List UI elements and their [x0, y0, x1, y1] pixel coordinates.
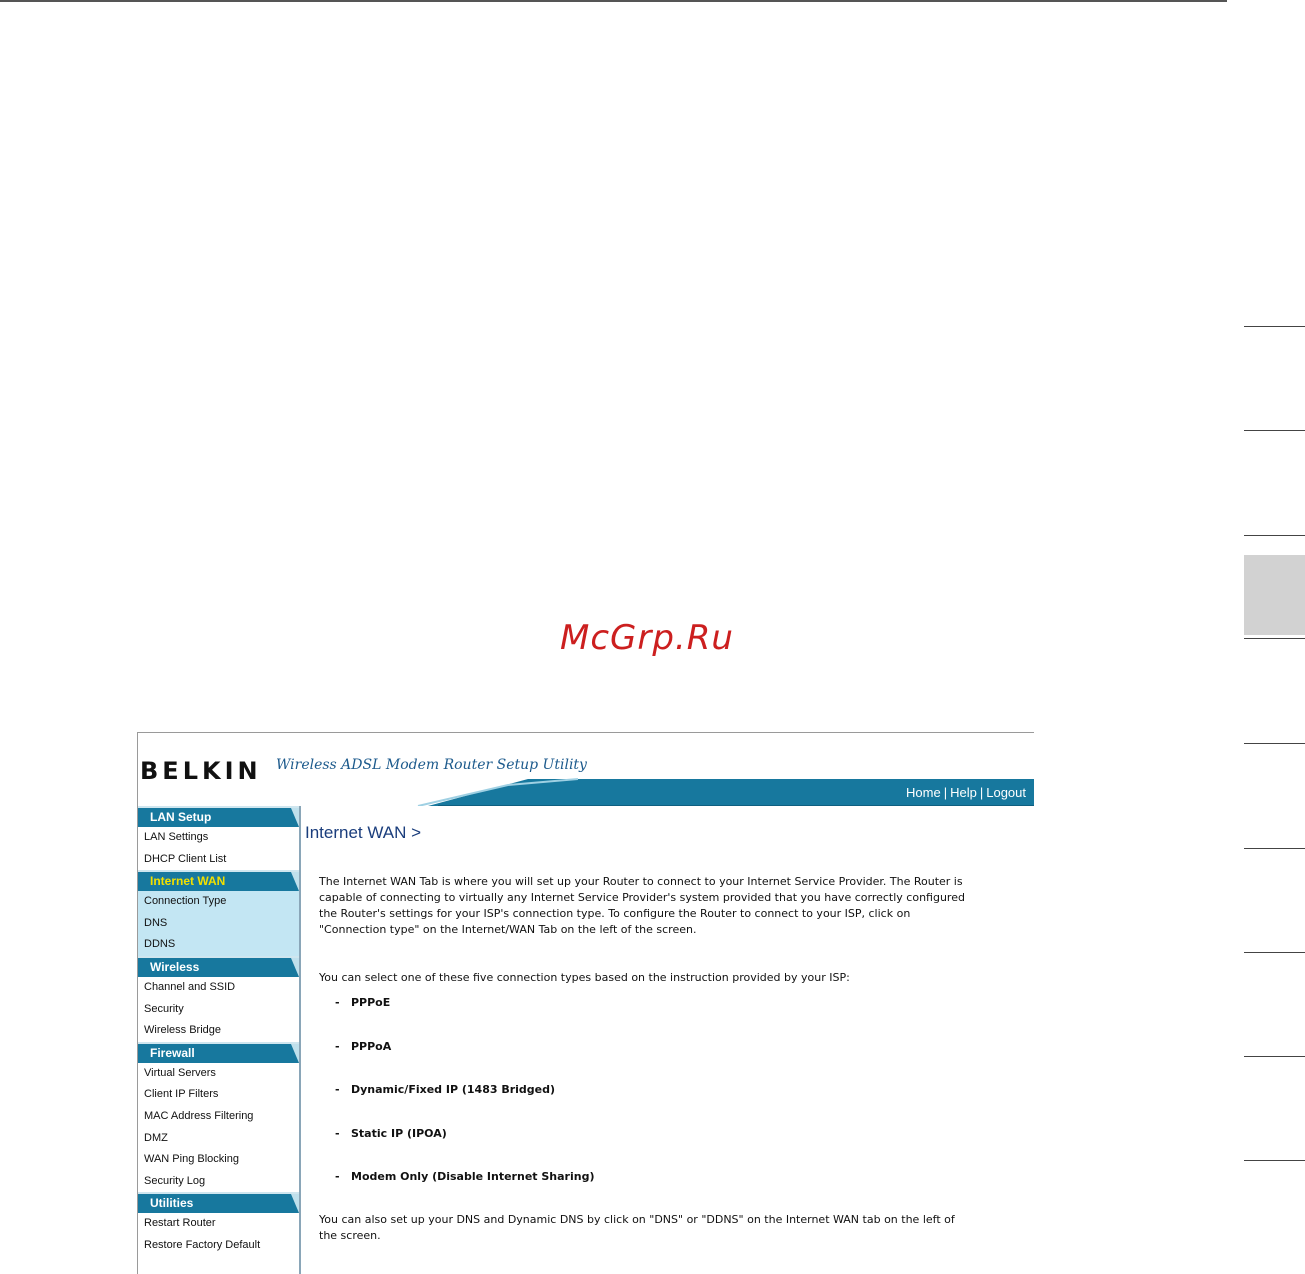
- sidebar-item-connection-type[interactable]: Connection Type: [138, 891, 299, 913]
- footer-text: You can also set up your DNS and Dynamic…: [319, 1213, 955, 1242]
- sidebar-nav: LAN Setup LAN Settings DHCP Client List …: [138, 806, 301, 1274]
- connection-type-item: - Static IP (IPOA): [335, 1127, 447, 1140]
- connection-type-item: - Modem Only (Disable Internet Sharing): [335, 1170, 594, 1183]
- intro-text: The Internet WAN Tab is where you will s…: [319, 875, 965, 936]
- utility-tagline: Wireless ADSL Modem Router Setup Utility: [276, 757, 587, 773]
- bullet: -: [335, 996, 340, 1009]
- section-tab-divider: [1244, 326, 1305, 327]
- sidebar-item-wan-ping-blocking[interactable]: WAN Ping Blocking: [138, 1149, 299, 1171]
- bullet: -: [335, 1083, 340, 1096]
- sidebar-item-ddns[interactable]: DDNS: [138, 934, 299, 956]
- connection-type-label: Dynamic/Fixed IP (1483 Bridged): [351, 1083, 556, 1096]
- sidebar-item-virtual-servers[interactable]: Virtual Servers: [138, 1063, 299, 1085]
- header: BELKIN Wireless ADSL Modem Router Setup …: [138, 733, 1034, 806]
- sidebar-item-dns[interactable]: DNS: [138, 912, 299, 935]
- section-tab-divider: [1244, 1160, 1305, 1161]
- connection-type-label: Static IP (IPOA): [351, 1127, 447, 1140]
- sidebar-item-restore-factory-default[interactable]: Restore Factory Default: [138, 1235, 299, 1257]
- page-title: Internet WAN >: [305, 823, 422, 842]
- sidebar-section-utilities[interactable]: Utilities: [138, 1192, 299, 1214]
- help-link[interactable]: Help: [950, 785, 977, 800]
- sidebar-section-internet-wan[interactable]: Internet WAN: [138, 870, 299, 892]
- connection-type-item: - PPPoA: [335, 1040, 391, 1053]
- home-link[interactable]: Home: [906, 785, 941, 800]
- section-title: Firewall: [150, 1045, 195, 1060]
- bullet: -: [335, 1127, 340, 1140]
- link-separator: |: [943, 785, 948, 800]
- sidebar-item-channel-and-ssid[interactable]: Channel and SSID: [138, 977, 299, 999]
- section-tab-divider: [1244, 848, 1305, 849]
- connection-type-label: PPPoA: [351, 1040, 392, 1053]
- main-content: Internet WAN > The Internet WAN Tab is w…: [301, 806, 1034, 1274]
- section-title: LAN Setup: [150, 810, 212, 824]
- sidebar-item-dhcp-client-list[interactable]: DHCP Client List: [138, 849, 299, 871]
- bullet: -: [335, 1170, 340, 1183]
- sidebar-section-firewall[interactable]: Firewall: [138, 1041, 299, 1063]
- connection-type-item: - PPPoE: [335, 996, 390, 1009]
- sidebar-item-wireless-security[interactable]: Security: [138, 999, 299, 1021]
- watermark: McGrp.Ru: [560, 618, 734, 658]
- sidebar-item-lan-settings[interactable]: LAN Settings: [138, 827, 299, 849]
- logout-link[interactable]: Logout: [986, 785, 1026, 800]
- sidebar-item-client-ip-filters[interactable]: Client IP Filters: [138, 1084, 299, 1106]
- connection-type-item: - Dynamic/Fixed IP (1483 Bridged): [335, 1083, 555, 1096]
- sidebar-item-security-log[interactable]: Security Log: [138, 1171, 299, 1193]
- connection-type-label: PPPoE: [351, 996, 391, 1009]
- sidebar-section-lan-setup[interactable]: LAN Setup: [138, 806, 299, 827]
- sidebar-item-mac-address-filtering[interactable]: MAC Address Filtering: [138, 1106, 299, 1128]
- sidebar-item-dmz[interactable]: DMZ: [138, 1128, 299, 1150]
- router-setup-window: BELKIN Wireless ADSL Modem Router Setup …: [137, 732, 1034, 1274]
- section-tab-divider: [1244, 1056, 1305, 1057]
- bullet: -: [335, 1040, 340, 1053]
- section-tab-divider: [1244, 743, 1305, 744]
- section-tab-divider: [1244, 430, 1305, 431]
- section-tab-active: [1244, 555, 1305, 635]
- top-links: Home | Help | Logout: [906, 785, 1026, 800]
- connection-type-label: Modem Only (Disable Internet Sharing): [351, 1170, 595, 1183]
- section-tab-divider: [1244, 638, 1305, 639]
- sidebar-section-wireless[interactable]: Wireless: [138, 955, 299, 977]
- section-title: Internet WAN: [150, 874, 226, 889]
- belkin-logo: BELKIN: [140, 757, 262, 785]
- link-separator: |: [979, 785, 984, 800]
- sidebar-item-wireless-bridge[interactable]: Wireless Bridge: [138, 1020, 299, 1042]
- section-tab-divider: [1244, 952, 1305, 953]
- section-tab-divider: [1244, 535, 1305, 536]
- select-text: You can select one of these five connect…: [319, 971, 850, 984]
- top-rule: [0, 0, 1227, 2]
- section-title: Utilities: [150, 1196, 194, 1211]
- section-title: Wireless: [150, 959, 200, 974]
- sidebar-item-restart-router[interactable]: Restart Router: [138, 1213, 299, 1235]
